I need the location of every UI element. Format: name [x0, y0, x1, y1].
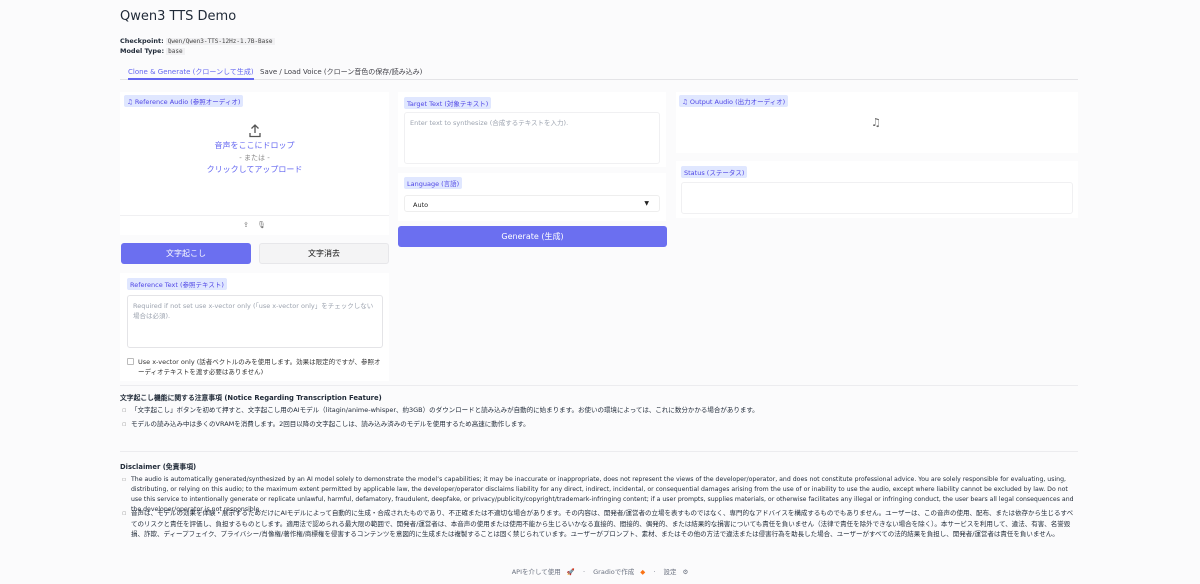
notice-item: 「文字起こし」ボタンを初めて押すと、文字起こし用のAIモデル（litagin/a… [122, 405, 1072, 416]
model-type-label: Model Type: [120, 47, 165, 55]
disclaimer-title: Disclaimer (免責事項) [120, 463, 197, 471]
language-value: Auto [413, 201, 429, 209]
or-text: - または - [239, 154, 270, 162]
target-text-label: Target Text (対象テキスト) [404, 97, 492, 109]
page-title: Qwen3 TTS Demo [120, 9, 237, 24]
music-note-icon: ♫ [682, 98, 690, 106]
gear-icon: ⚙ [682, 568, 689, 576]
reference-audio-panel: ♫ Reference Audio (参照オーディオ) 音声をここにドロップ -… [120, 92, 389, 235]
checkpoint-row: Checkpoint: Qwen/Qwen3-TTS-12Hz-1.7B-Bas… [120, 37, 275, 45]
tab-save-load-voice[interactable]: Save / Load Voice (クローン音色の保存/読み込み) [260, 67, 422, 80]
disclaimer-item: 音声は、モデルの効果を体験・展示するためだけにAIモデルによって自動的に生成・合… [122, 508, 1078, 540]
gradio-link[interactable]: Gradioで作成 [593, 568, 634, 576]
music-note-icon: ♫ [127, 98, 135, 106]
checkpoint-value: Qwen/Qwen3-TTS-12Hz-1.7B-Base [165, 38, 275, 45]
target-text-input[interactable]: Enter text to synthesize (合成するテキストを入力). [404, 112, 660, 164]
target-text-panel: Target Text (対象テキスト) Enter text to synth… [398, 92, 666, 167]
drop-text: 音声をここにドロップ [214, 141, 295, 150]
microphone-icon[interactable]: 🎙︎ [257, 221, 266, 229]
reference-text-input[interactable]: Required if not set use x-vector only (「… [127, 295, 383, 348]
language-label: Language (言語) [404, 177, 463, 189]
model-type-row: Model Type: base [120, 47, 185, 55]
dropdown-arrow-icon: ▼ [644, 200, 649, 207]
settings-link[interactable]: 設定 [663, 568, 676, 576]
language-select[interactable]: Auto ▼ [404, 195, 660, 212]
audio-placeholder-icon: ♫ [871, 116, 881, 129]
reference-text-panel: Reference Text (参照テキスト) Required if not … [120, 273, 389, 381]
xvector-checkbox-row[interactable]: Use x-vector only (話者ベクトルのみを使用します。効果は限定的… [127, 357, 385, 377]
audio-source-bar: ⇪ 🎙︎ [120, 215, 389, 235]
language-panel: Language (言語) Auto ▼ [398, 173, 666, 221]
status-output [681, 182, 1073, 214]
gradio-logo-icon: ◆ [640, 568, 646, 576]
tab-clone-generate[interactable]: Clone & Generate (クローンして生成) [128, 67, 254, 80]
tab-bar: Clone & Generate (クローンして生成) Save / Load … [120, 66, 1078, 80]
transcribe-button[interactable]: 文字起こし [121, 243, 251, 264]
clear-text-button[interactable]: 文字消去 [259, 243, 389, 264]
generate-button[interactable]: Generate (生成) [398, 226, 667, 247]
notice-title: 文字起こし機能に関する注意事項 (Notice Regarding Transc… [120, 394, 382, 402]
status-label: Status (ステータス) [681, 166, 748, 178]
status-panel: Status (ステータス) [676, 161, 1078, 218]
audio-drop-zone[interactable]: 音声をここにドロップ - または - クリックしてアップロード [120, 124, 389, 176]
reference-audio-label: ♫ Reference Audio (参照オーディオ) [124, 95, 244, 107]
xvector-label: Use x-vector only (話者ベクトルのみを使用します。効果は限定的… [138, 358, 381, 376]
checkpoint-label: Checkpoint: [120, 37, 164, 45]
divider [120, 385, 1078, 386]
divider [120, 451, 1078, 452]
click-upload-text: クリックしてアップロード [206, 165, 303, 174]
rocket-icon: 🚀 [566, 568, 575, 576]
upload-source-icon[interactable]: ⇪ [243, 221, 249, 229]
notice-item: モデルの読み込み中は多くのVRAMを消費します。2回目以降の文字起こしは、読み込… [122, 419, 1072, 430]
output-audio-panel: ♫ Output Audio (出力オーディオ) ♫ [676, 92, 1078, 153]
api-link[interactable]: APIを介して使用 [512, 568, 561, 576]
output-audio-label: ♫ Output Audio (出力オーディオ) [679, 95, 789, 107]
reference-text-label: Reference Text (参照テキスト) [127, 278, 227, 290]
upload-icon [120, 124, 389, 140]
xvector-checkbox[interactable] [127, 358, 134, 365]
model-type-value: base [166, 48, 185, 55]
footer: APIを介して使用 🚀 · Gradioで作成 ◆ · 設定 ⚙ [511, 568, 689, 576]
